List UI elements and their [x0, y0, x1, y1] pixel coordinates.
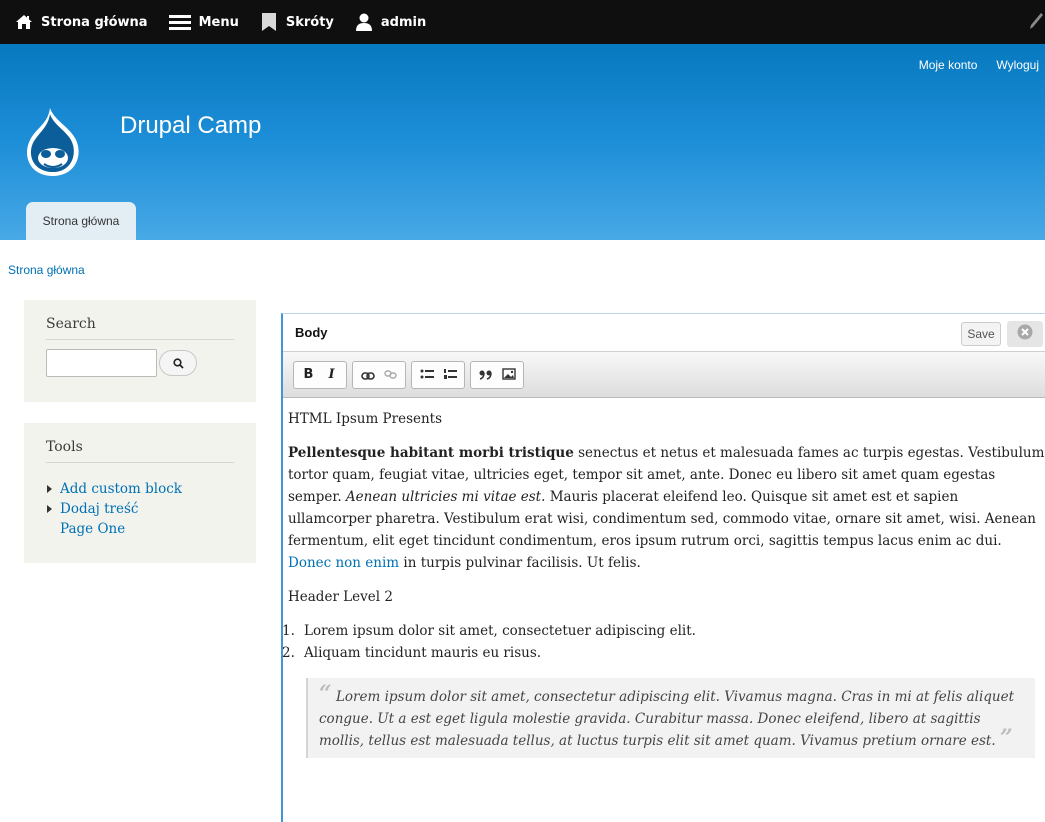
editor-field-title: Body: [295, 325, 328, 340]
pencil-icon[interactable]: [1029, 13, 1043, 31]
hamburger-menu-icon: [168, 12, 192, 32]
search-icon: [172, 354, 184, 373]
bold-text: Pellentesque habitant morbi tristique: [288, 445, 574, 461]
bookmark-icon: [259, 12, 279, 32]
editor-header: Body Save: [283, 314, 1045, 352]
blockquote-text: Lorem ipsum dolor sit amet, consectetur …: [319, 689, 1015, 749]
italic-text: Aenean ultricies mi vitae est.: [345, 489, 546, 505]
admin-toolbar: Strona główna Menu Skróty admin: [0, 0, 1045, 44]
tools-item-add-custom-block[interactable]: Add custom block: [46, 479, 234, 499]
site-name[interactable]: Drupal Camp: [120, 112, 261, 140]
save-button[interactable]: Save: [961, 322, 1001, 346]
blockquote: “ Lorem ipsum dolor sit amet, consectetu…: [306, 678, 1035, 758]
unlink-icon: [383, 365, 398, 384]
my-account-link[interactable]: Moje konto: [919, 58, 978, 72]
unlink-button[interactable]: [379, 363, 402, 387]
header-level-2: Header Level 2: [288, 589, 393, 605]
link-icon: [360, 365, 375, 384]
format-group: B I: [293, 360, 347, 389]
logout-link[interactable]: Wyloguj: [996, 58, 1039, 72]
italic-button[interactable]: I: [320, 363, 343, 387]
list-number: 1.: [282, 623, 295, 639]
tools-item-page-one[interactable]: Page One: [46, 519, 234, 539]
inline-link[interactable]: Donec non enim: [288, 555, 399, 571]
toolbar-menu-label: Menu: [198, 14, 239, 30]
bold-button[interactable]: B: [297, 363, 320, 387]
close-button[interactable]: [1007, 321, 1043, 347]
toolbar-home-label: Strona główna: [41, 14, 148, 30]
link-button[interactable]: [356, 363, 379, 387]
secondary-nav: Moje konto Wyloguj: [900, 58, 1039, 72]
breadcrumb[interactable]: Strona główna: [8, 263, 85, 277]
search-block: Search: [24, 300, 256, 402]
triangle-right-icon: [47, 485, 52, 493]
numbered-list-button[interactable]: [438, 363, 461, 387]
tab-home[interactable]: Strona główna: [26, 202, 136, 240]
tools-item-label: Dodaj treść: [60, 501, 139, 517]
site-header: Moje konto Wyloguj Drupal Camp Strona gł…: [0, 44, 1045, 240]
link-group: [352, 360, 406, 389]
blockquote-icon: [479, 365, 493, 384]
paragraph-intro: HTML Ipsum Presents: [288, 411, 443, 427]
list-item: 2. Aliquam tincidunt mauris eu risus.: [282, 642, 1045, 664]
toolbar-home[interactable]: Strona główna: [14, 12, 148, 32]
body-text: in turpis pulvinar facilisis. Ut felis.: [399, 555, 641, 571]
search-button[interactable]: [159, 350, 197, 376]
toolbar-shortcuts[interactable]: Skróty: [259, 12, 334, 32]
toolbar-user-label: admin: [380, 14, 427, 30]
close-icon: [1017, 324, 1033, 344]
tools-item-label: Add custom block: [60, 481, 182, 497]
list-item: 1. Lorem ipsum dolor sit amet, consectetu…: [282, 620, 1045, 642]
search-block-title: Search: [46, 316, 234, 340]
home-icon: [14, 12, 34, 32]
bulleted-list-icon: [420, 365, 434, 384]
list-item-text: Aliquam tincidunt mauris eu risus.: [304, 645, 542, 661]
close-quote-icon: ”: [999, 725, 1013, 751]
body-editor: Body Save B I HTML Ipsum Presents Pellen…: [281, 313, 1045, 822]
tools-block: Tools Add custom block Dodaj treść Page …: [24, 423, 256, 563]
tools-block-title: Tools: [46, 439, 234, 463]
triangle-right-icon: [47, 505, 52, 513]
search-input[interactable]: [46, 349, 157, 377]
list-number: 2.: [282, 645, 295, 661]
open-quote-icon: “: [319, 681, 332, 707]
editor-toolbar: B I: [283, 352, 1045, 398]
toolbar-user[interactable]: admin: [354, 12, 426, 32]
toolbar-menu[interactable]: Menu: [168, 12, 239, 32]
image-icon: [501, 365, 516, 384]
image-button[interactable]: [497, 363, 520, 387]
editor-content[interactable]: HTML Ipsum Presents Pellentesque habitan…: [282, 398, 1045, 758]
bulleted-list-button[interactable]: [415, 363, 438, 387]
list-group: [411, 360, 465, 389]
numbered-list-icon: [443, 365, 457, 384]
ordered-list: 1. Lorem ipsum dolor sit amet, consectetu…: [282, 620, 1045, 664]
drupal-logo[interactable]: [20, 106, 86, 178]
paragraph-body: Pellentesque habitant morbi tristique se…: [288, 442, 1045, 574]
tools-item-add-content[interactable]: Dodaj treść: [46, 499, 234, 519]
tools-item-label: Page One: [60, 521, 126, 537]
block-group: [470, 360, 524, 389]
search-form: [46, 349, 234, 377]
user-icon: [354, 12, 374, 32]
list-item-text: Lorem ipsum dolor sit amet, consectetuer…: [304, 623, 696, 639]
blockquote-button[interactable]: [474, 363, 497, 387]
toolbar-shortcuts-label: Skróty: [285, 14, 334, 30]
tools-menu: Add custom block Dodaj treść Page One: [46, 472, 234, 539]
